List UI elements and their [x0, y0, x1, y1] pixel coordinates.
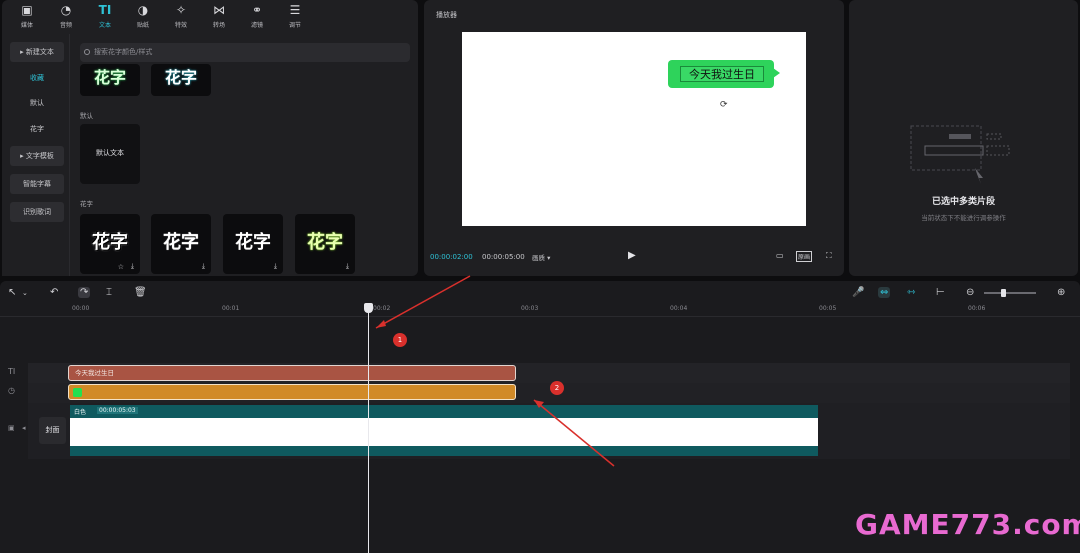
annotation-arrowhead-1	[376, 320, 386, 328]
annotation-arrow-2	[533, 399, 615, 467]
annotation-arrow-1	[375, 275, 471, 329]
watermark: GAME773.com	[855, 508, 1080, 541]
annotation-arrows	[375, 275, 615, 467]
watermark-text: GAME773.com	[855, 508, 1080, 541]
